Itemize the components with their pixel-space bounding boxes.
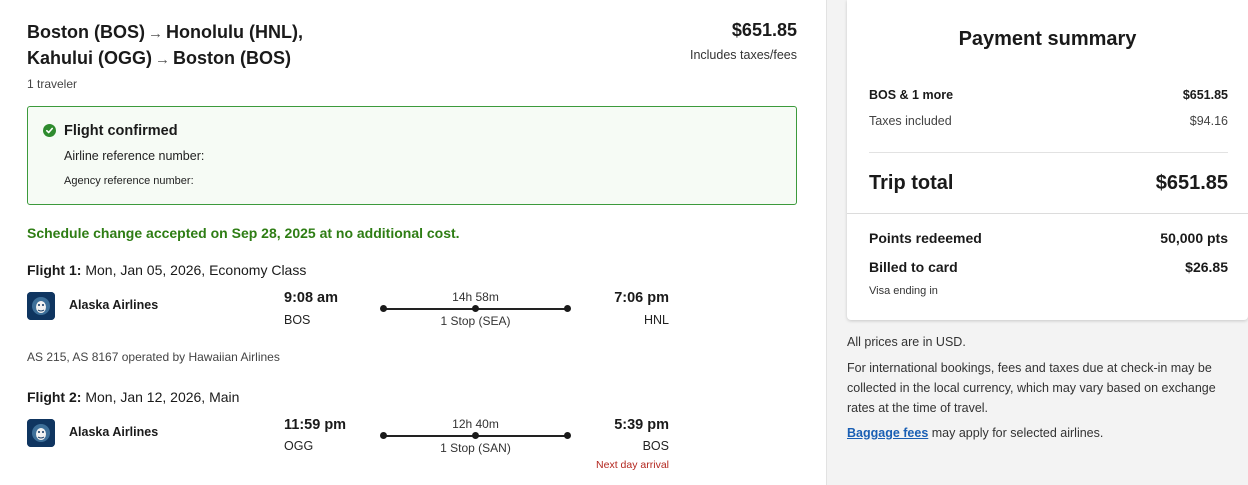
taxes-value: $94.16: [1189, 114, 1228, 128]
points-redeemed-value: 50,000 pts: [1160, 230, 1228, 246]
route-destination-2: Boston (BOS): [173, 48, 291, 68]
timeline-destination-dot: [564, 305, 571, 312]
summary-divider: [869, 152, 1228, 153]
flight-1-airline: Alaska Airlines: [69, 298, 159, 312]
timeline-stop-dot: [472, 305, 479, 312]
timeline-origin-dot: [380, 432, 387, 439]
next-day-arrival-note: Next day arrival: [596, 459, 669, 471]
flight-2-departure-code: OGG: [284, 439, 314, 453]
taxes-row: Taxes included $94.16: [869, 114, 1228, 128]
baggage-fees-text: may apply for selected airlines.: [928, 426, 1104, 440]
flight-2-timeline: [380, 432, 571, 440]
payment-summary-card: Payment summary BOS & 1 more $651.85 Tax…: [847, 0, 1248, 320]
flight-2-departure-time: 11:59 pm: [284, 417, 347, 433]
taxes-label: Taxes included: [869, 114, 952, 128]
flight-1-departure-time: 9:08 am: [284, 290, 339, 306]
schedule-change-notice: Schedule change accepted on Sep 28, 2025…: [27, 225, 460, 241]
agency-reference-label: Agency reference number:: [64, 175, 194, 187]
flight-1-stops: 1 Stop (SEA): [440, 314, 511, 328]
flight-1-duration: 14h 58m: [452, 290, 499, 304]
timeline-origin-dot: [380, 305, 387, 312]
trip-total-row: Trip total $651.85: [869, 172, 1228, 195]
flight-2-label: Flight 2:: [27, 389, 82, 405]
flight-2-heading: Flight 2: Mon, Jan 12, 2026, Main: [27, 389, 239, 405]
flight-2-details: Mon, Jan 12, 2026, Main: [85, 389, 240, 405]
confirmation-title: Flight confirmed: [64, 123, 178, 139]
flight-1-operated-by: AS 215, AS 8167 operated by Hawaiian Air…: [27, 350, 280, 364]
flight-1-heading: Flight 1: Mon, Jan 05, 2026, Economy Cla…: [27, 262, 306, 278]
traveler-count: 1 traveler: [27, 77, 78, 91]
airline-reference-label: Airline reference number:: [64, 149, 205, 163]
timeline-destination-dot: [564, 432, 571, 439]
flight-2-duration: 12h 40m: [452, 417, 499, 431]
summary-item-label: BOS & 1 more: [869, 88, 954, 102]
check-circle-icon: [43, 124, 56, 137]
trip-price: $651.85: [731, 20, 797, 40]
alaska-airlines-logo: [27, 419, 55, 447]
itinerary-panel: Boston (BOS) → Honolulu (HNL), Kahului (OG…: [0, 0, 826, 485]
payment-summary-title: Payment summary: [958, 28, 1137, 50]
flight-2-stops: 1 Stop (SAN): [440, 441, 511, 455]
international-fees-note: For international bookings, fees and tax…: [847, 361, 1216, 415]
timeline-stop-dot: [472, 432, 479, 439]
flight-2-arrival-time: 5:39 pm: [614, 417, 669, 433]
billed-to-card-row: Billed to card $26.85: [869, 259, 1228, 275]
flight-1-details: Mon, Jan 05, 2026, Economy Class: [85, 262, 307, 278]
points-redeemed-row: Points redeemed 50,000 pts: [869, 230, 1228, 246]
flight-1-departure-code: BOS: [284, 313, 311, 327]
card-note: Visa ending in: [869, 285, 938, 297]
summary-item-value: $651.85: [1182, 88, 1228, 102]
route-line-2: Kahului (OGG) → Boston (BOS): [27, 46, 467, 72]
route-origin-1: Boston (BOS): [27, 22, 145, 42]
flight-1-timeline: [380, 305, 571, 313]
route-destination-1: Honolulu (HNL),: [165, 22, 303, 42]
route-title: Boston (BOS) → Honolulu (HNL), Kahului (OG…: [27, 20, 467, 72]
trip-total-label: Trip total: [869, 172, 954, 194]
alaska-airlines-logo: [27, 292, 55, 320]
route-line-1: Boston (BOS) → Honolulu (HNL),: [27, 20, 467, 46]
points-redeemed-label: Points redeemed: [869, 230, 982, 246]
flight-1-arrival-time: 7:06 pm: [614, 290, 669, 306]
summary-item-row: BOS & 1 more $651.85: [869, 88, 1228, 102]
summary-divider: [847, 213, 1248, 214]
arrow-right-icon: →: [155, 51, 170, 68]
billed-to-card-label: Billed to card: [869, 259, 958, 275]
flight-1-arrival-code: HNL: [643, 313, 669, 327]
flight-1-label: Flight 1:: [27, 262, 82, 278]
flight-2-airline: Alaska Airlines: [69, 425, 159, 439]
usd-note: All prices are in USD.: [847, 335, 966, 349]
baggage-fees-note: Baggage fees may apply for selected airl…: [847, 423, 1239, 443]
trip-total-value: $651.85: [1155, 172, 1228, 194]
baggage-fees-link[interactable]: Baggage fees: [847, 426, 928, 440]
route-origin-2: Kahului (OGG): [27, 48, 152, 68]
confirmation-box: Flight confirmed Airline reference numbe…: [27, 106, 797, 205]
flight-2-arrival-code: BOS: [642, 439, 669, 453]
billed-to-card-value: $26.85: [1185, 259, 1228, 275]
arrow-right-icon: →: [147, 25, 163, 42]
price-note: Includes taxes/fees: [689, 48, 797, 62]
